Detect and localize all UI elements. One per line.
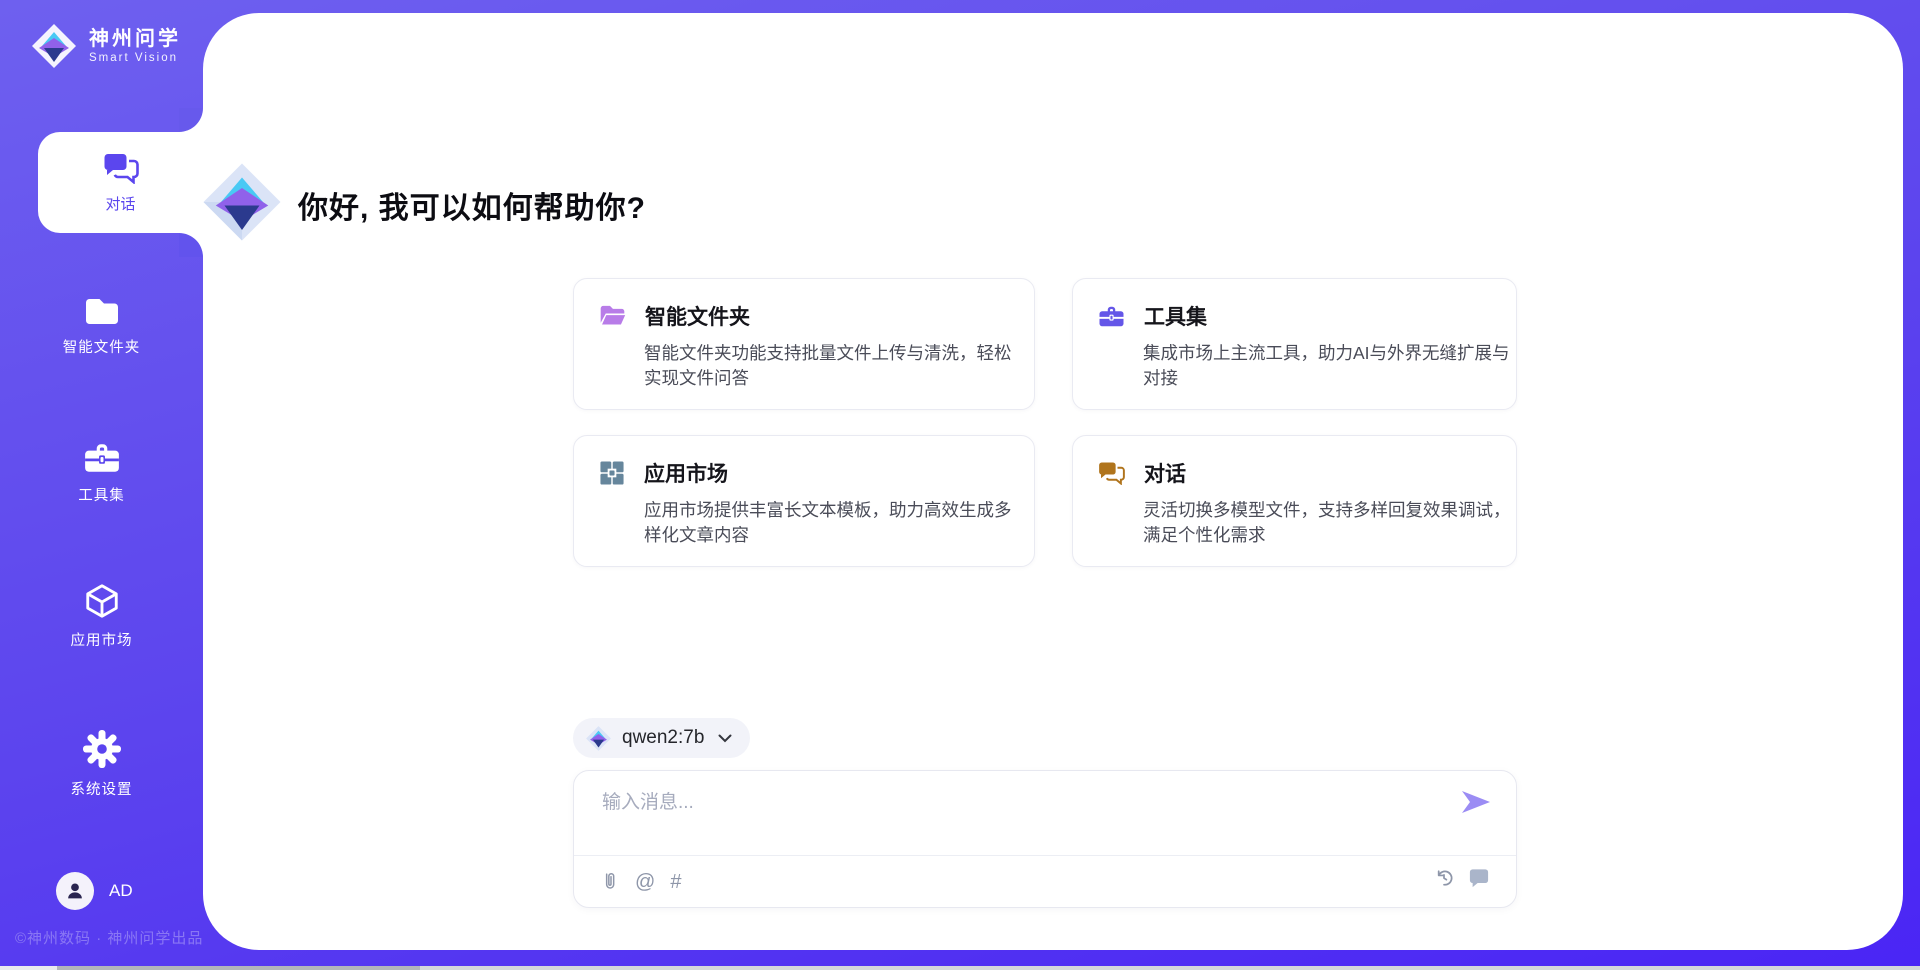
card-chat[interactable]: 对话 灵活切换多模型文件，支持多样回复效果调试，满足个性化需求 xyxy=(1072,435,1517,567)
card-title: 应用市场 xyxy=(644,458,728,488)
model-diamond-icon xyxy=(585,725,612,752)
history-icon[interactable] xyxy=(1433,867,1455,889)
attachment-icon[interactable] xyxy=(600,870,620,894)
brand-diamond-icon xyxy=(30,22,78,70)
app-logo: 神州问学 Smart Vision xyxy=(30,22,181,70)
brand-diamond-icon xyxy=(200,160,284,249)
tab-fillet-bottom xyxy=(179,233,203,257)
card-title: 对话 xyxy=(1144,458,1186,488)
sidebar-item-label: 工具集 xyxy=(78,484,125,505)
card-title: 工具集 xyxy=(1144,301,1207,331)
scrollbar-thumb[interactable] xyxy=(57,966,420,970)
sidebar-item-chat[interactable]: 对话 xyxy=(38,132,203,233)
scrollbar-corner xyxy=(0,966,57,970)
composer: 输入消息... @ # xyxy=(573,770,1517,908)
feedback-bubble-icon[interactable] xyxy=(1468,868,1490,888)
card-desc: 应用市场提供丰富长文本模板，助力高效生成多样化文章内容 xyxy=(644,498,1018,548)
sidebar-item-settings[interactable]: 系统设置 xyxy=(0,729,203,799)
composer-divider xyxy=(574,855,1516,856)
user-label: AD xyxy=(109,881,133,901)
horizontal-scrollbar[interactable] xyxy=(0,966,1920,970)
grid-blocks-icon xyxy=(599,460,625,486)
send-icon[interactable] xyxy=(1462,791,1490,813)
message-input[interactable]: 输入消息... xyxy=(602,787,1442,847)
feature-cards: 智能文件夹 智能文件夹功能支持批量文件上传与清洗，轻松实现文件问答 工具集 集 xyxy=(573,278,1517,567)
folder-open-icon xyxy=(599,304,626,328)
sidebar-item-smart-folder[interactable]: 智能文件夹 xyxy=(0,296,203,357)
sidebar-item-app-market[interactable]: 应用市场 xyxy=(0,582,203,650)
folder-icon xyxy=(83,296,121,327)
card-app-market[interactable]: 应用市场 应用市场提供丰富长文本模板，助力高效生成多样化文章内容 xyxy=(573,435,1035,567)
card-title: 智能文件夹 xyxy=(645,301,750,331)
card-desc: 灵活切换多模型文件，支持多样回复效果调试，满足个性化需求 xyxy=(1143,498,1517,548)
model-selector[interactable]: qwen2:7b xyxy=(573,718,750,758)
chat-bubbles-icon xyxy=(103,152,139,184)
model-name: qwen2:7b xyxy=(622,727,704,749)
cube-icon xyxy=(83,582,121,620)
greeting-block: 你好, 我可以如何帮助你? xyxy=(200,160,646,249)
brand-subtitle: Smart Vision xyxy=(89,51,181,65)
user-account[interactable]: AD xyxy=(56,872,133,910)
mention-icon[interactable]: @ xyxy=(635,867,655,897)
hashtag-icon[interactable]: # xyxy=(670,867,681,897)
sidebar-item-toolset[interactable]: 工具集 xyxy=(0,441,203,505)
card-smart-folder[interactable]: 智能文件夹 智能文件夹功能支持批量文件上传与清洗，轻松实现文件问答 xyxy=(573,278,1035,410)
card-desc: 集成市场上主流工具，助力AI与外界无缝扩展与对接 xyxy=(1143,341,1517,391)
sidebar-item-label: 系统设置 xyxy=(71,778,133,799)
brand-name: 神州问学 xyxy=(89,27,181,51)
sidebar-item-label: 应用市场 xyxy=(71,629,133,650)
main-panel: 你好, 我可以如何帮助你? 智能文件夹 智能文件夹功能支持批量文件上传与清洗，轻… xyxy=(203,13,1903,950)
greeting-title: 你好, 我可以如何帮助你? xyxy=(298,183,646,227)
toolbox-icon xyxy=(1098,304,1125,329)
chat-bubbles-icon xyxy=(1098,461,1125,485)
sidebar-item-label: 智能文件夹 xyxy=(63,336,141,357)
copyright-text: ©神州数码 · 神州问学出品 xyxy=(15,927,203,948)
tab-fillet-top xyxy=(179,108,203,132)
gear-icon xyxy=(82,729,122,769)
card-desc: 智能文件夹功能支持批量文件上传与清洗，轻松实现文件问答 xyxy=(644,341,1018,391)
card-toolset[interactable]: 工具集 集成市场上主流工具，助力AI与外界无缝扩展与对接 xyxy=(1072,278,1517,410)
chevron-down-icon xyxy=(718,734,732,743)
avatar xyxy=(56,872,94,910)
toolbox-icon xyxy=(83,441,121,475)
sidebar-item-label: 对话 xyxy=(105,193,135,214)
